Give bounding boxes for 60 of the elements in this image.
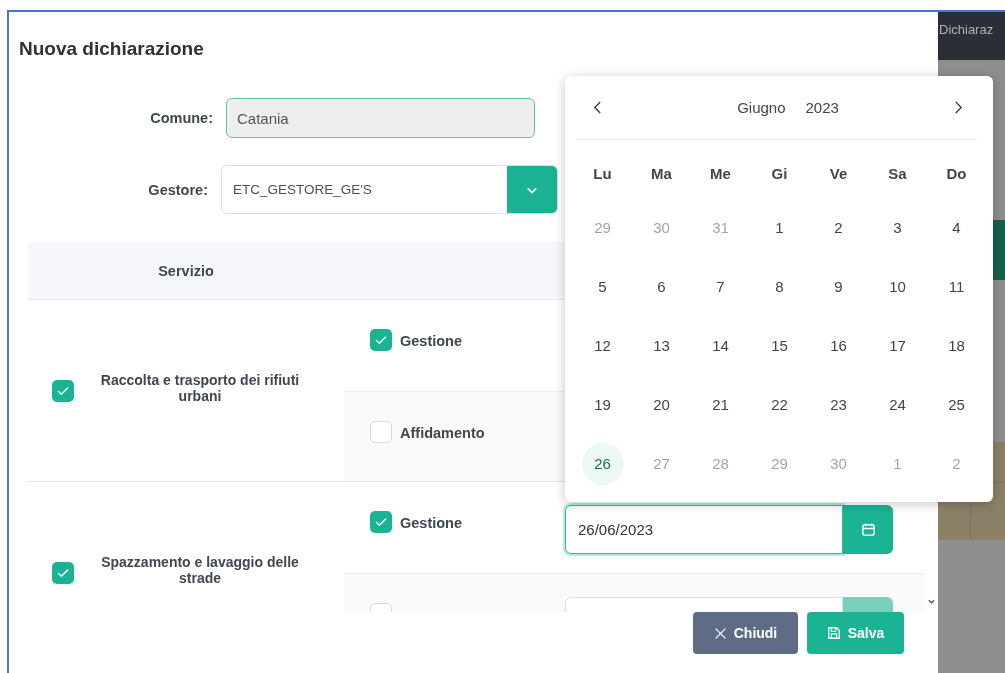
weekday-label: Do	[945, 163, 968, 184]
comune-field[interactable]: Catania	[226, 98, 535, 138]
date-field[interactable]: 26/06/2023	[565, 505, 843, 554]
day-cell[interactable]: 21	[699, 383, 742, 426]
calendar-button[interactable]	[843, 505, 893, 554]
day-cell[interactable]: 12	[581, 324, 624, 367]
day-cell[interactable]: 7	[699, 265, 742, 308]
chevron-left-icon[interactable]	[593, 100, 602, 115]
close-button[interactable]: Chiudi	[693, 612, 798, 654]
checkbox[interactable]	[52, 561, 74, 584]
checkbox[interactable]	[370, 329, 392, 351]
weekday-label: Ma	[650, 163, 673, 184]
column-header: Servizio	[157, 262, 215, 279]
day-cell[interactable]: 16	[817, 324, 860, 367]
day-cell[interactable]: 22	[758, 383, 801, 426]
weekday-label: Lu	[592, 163, 613, 184]
day-cell[interactable]: 15	[758, 324, 801, 367]
option-label: Gestione	[400, 333, 463, 349]
day-cell[interactable]: 14	[699, 324, 742, 367]
checkbox[interactable]	[370, 421, 392, 443]
checkbox[interactable]	[52, 379, 74, 402]
day-cell[interactable]: 5	[581, 265, 624, 308]
day-cell[interactable]: 9	[817, 265, 860, 308]
day-cell[interactable]: 26	[581, 442, 624, 485]
option-label: Gestione	[400, 515, 463, 531]
day-cell[interactable]: 4	[935, 206, 978, 249]
day-cell[interactable]: 18	[935, 324, 978, 367]
day-cell[interactable]: 11	[935, 265, 978, 308]
scroll-down-icon[interactable]	[927, 597, 936, 606]
day-cell[interactable]: 3	[876, 206, 919, 249]
day-cell[interactable]: 17	[876, 324, 919, 367]
gestore-dropdown[interactable]: ETC_GESTORE_GE'S	[221, 165, 558, 214]
day-cell[interactable]: 2	[817, 206, 860, 249]
day-cell[interactable]: 1	[758, 206, 801, 249]
option-label: Affidamento	[400, 425, 485, 441]
service-label: Raccolta e trasporto dei rifiuti urbani	[99, 371, 301, 404]
checkbox[interactable]	[370, 511, 392, 533]
field-label: Comune:	[149, 110, 213, 126]
day-cell[interactable]: 13	[640, 324, 683, 367]
month-label[interactable]: Giugno	[737, 99, 786, 116]
calendar-icon	[860, 522, 876, 537]
weekday-label: Ve	[828, 163, 849, 184]
page-title: Dichiaraz	[938, 21, 994, 39]
weekday-label: Sa	[887, 163, 908, 184]
day-cell[interactable]: 19	[581, 383, 624, 426]
year-label[interactable]: 2023	[805, 99, 839, 116]
day-cell[interactable]: 25	[935, 383, 978, 426]
day-cell[interactable]: 20	[640, 383, 683, 426]
chevron-right-icon[interactable]	[954, 100, 963, 115]
field-label: Gestore:	[147, 181, 208, 198]
day-cell[interactable]: 24	[876, 383, 919, 426]
day-cell[interactable]: 10	[876, 265, 919, 308]
weekday-label: Me	[709, 163, 732, 184]
close-icon	[713, 626, 727, 640]
weekday-label: Gi	[770, 163, 789, 184]
day-cell[interactable]: 6	[640, 265, 683, 308]
day-cell[interactable]: 8	[758, 265, 801, 308]
day-cell[interactable]: 23	[817, 383, 860, 426]
service-label: Spazzamento e lavaggio delle strade	[100, 553, 300, 586]
dialog-title: Nuova dichiarazione	[18, 37, 205, 61]
